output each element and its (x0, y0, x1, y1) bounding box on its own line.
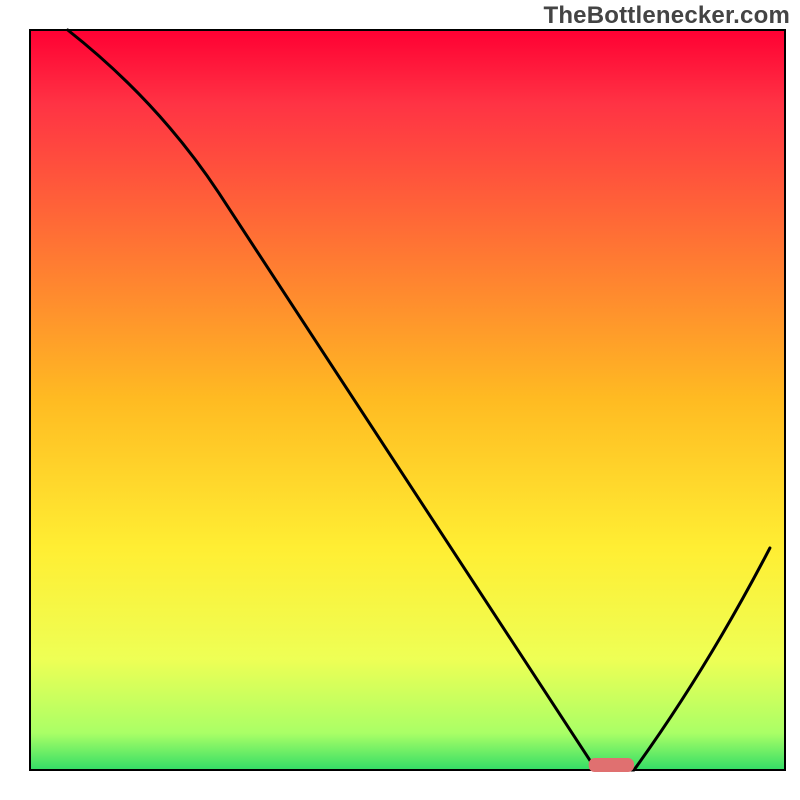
watermark-text: TheBottlenecker.com (543, 2, 790, 30)
optimal-marker (589, 758, 634, 772)
bottleneck-chart (0, 0, 800, 800)
plot-background (30, 30, 785, 770)
chart-container: TheBottlenecker.com (0, 0, 800, 800)
